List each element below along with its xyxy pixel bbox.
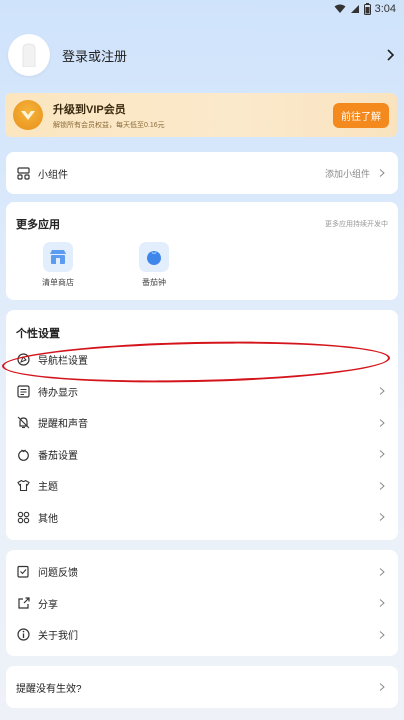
store-icon bbox=[43, 242, 73, 272]
support-row-share[interactable]: 分享 bbox=[6, 588, 398, 620]
login-register-label[interactable]: 登录或注册 bbox=[62, 46, 384, 65]
chevron-right-icon bbox=[379, 387, 385, 396]
feedback-icon bbox=[16, 565, 30, 579]
support-row-label: 分享 bbox=[38, 599, 58, 611]
status-bar: 3:04 bbox=[0, 0, 404, 18]
chevron-right-icon bbox=[379, 169, 385, 177]
profile-row[interactable]: 登录或注册 bbox=[8, 32, 396, 78]
info-icon bbox=[16, 628, 30, 642]
settings-row-label: 其他 bbox=[38, 513, 58, 525]
widget-icon bbox=[16, 166, 30, 180]
reminder-help-card: 提醒没有生效? bbox=[6, 666, 398, 708]
app-label: 番茄钟 bbox=[142, 278, 166, 287]
settings-row-tomato[interactable]: 番茄设置 bbox=[6, 439, 398, 471]
bell-icon bbox=[16, 416, 30, 430]
avatar[interactable] bbox=[8, 34, 50, 76]
support-card: 问题反馈 分享 关于我们 bbox=[6, 550, 398, 656]
widgets-card: 小组件 添加小组件 bbox=[6, 152, 398, 194]
settings-row-label: 导航栏设置 bbox=[38, 356, 88, 368]
chevron-right-icon bbox=[379, 567, 385, 576]
signal-icon bbox=[350, 5, 359, 13]
widgets-row[interactable]: 小组件 添加小组件 bbox=[6, 152, 398, 194]
app-tomato-tile[interactable]: 番茄钟 bbox=[124, 242, 184, 288]
chevron-right-icon bbox=[379, 481, 385, 490]
battery-icon bbox=[363, 3, 371, 15]
add-widget-link[interactable]: 添加小组件 bbox=[325, 167, 370, 180]
list-icon bbox=[16, 384, 30, 398]
share-icon bbox=[16, 596, 30, 610]
tomato-icon bbox=[139, 242, 169, 272]
chevron-right-icon bbox=[379, 599, 385, 608]
chevron-right-icon bbox=[379, 450, 385, 459]
wifi-icon bbox=[334, 4, 346, 13]
settings-row-label: 待办显示 bbox=[38, 387, 78, 399]
vip-subtitle: 解锁所有会员权益，每天低至0.16元 bbox=[53, 121, 165, 129]
tomato-icon bbox=[16, 447, 30, 461]
app-store-tile[interactable]: 清单商店 bbox=[28, 242, 88, 288]
more-apps-title: 更多应用 bbox=[16, 219, 60, 231]
support-row-feedback[interactable]: 问题反馈 bbox=[6, 556, 398, 588]
vip-banner[interactable]: 升级到VIP会员 解锁所有会员权益，每天低至0.16元 前往了解 bbox=[5, 93, 397, 137]
support-row-label: 问题反馈 bbox=[38, 568, 78, 580]
app-label: 清单商店 bbox=[42, 278, 74, 287]
widgets-label: 小组件 bbox=[38, 169, 68, 181]
support-row-label: 关于我们 bbox=[38, 631, 78, 643]
status-time: 3:04 bbox=[374, 3, 396, 15]
settings-row-label: 主题 bbox=[38, 482, 58, 494]
shirt-icon bbox=[16, 479, 30, 493]
settings-row-other[interactable]: 其他 bbox=[6, 502, 398, 534]
vip-title: 升级到VIP会员 bbox=[53, 103, 126, 116]
chevron-right-icon bbox=[379, 513, 385, 522]
settings-row-todo-display[interactable]: 待办显示 bbox=[6, 376, 398, 408]
settings-row-theme[interactable]: 主题 bbox=[6, 470, 398, 502]
settings-row-navbar[interactable]: 导航栏设置 bbox=[6, 344, 398, 376]
avatar-placeholder-icon bbox=[22, 43, 36, 67]
chevron-right-icon[interactable] bbox=[384, 49, 396, 61]
personal-settings-title: 个性设置 bbox=[16, 328, 60, 340]
chevron-right-icon bbox=[379, 683, 385, 691]
more-apps-note: 更多应用持续开发中 bbox=[325, 221, 388, 228]
chevron-right-icon bbox=[379, 630, 385, 639]
settings-row-label: 番茄设置 bbox=[38, 450, 78, 462]
navbar-icon bbox=[16, 353, 30, 367]
settings-row-label: 提醒和声音 bbox=[38, 419, 88, 431]
vip-badge-icon bbox=[13, 100, 43, 130]
vip-learn-more-button[interactable]: 前往了解 bbox=[333, 102, 389, 128]
settings-row-reminder-sound[interactable]: 提醒和声音 bbox=[6, 407, 398, 439]
grid-icon bbox=[16, 510, 30, 524]
more-apps-card: 更多应用 更多应用持续开发中 清单商店 番茄钟 bbox=[6, 202, 398, 300]
support-row-about[interactable]: 关于我们 bbox=[6, 619, 398, 651]
chevron-right-icon bbox=[379, 418, 385, 427]
reminder-help-label: 提醒没有生效? bbox=[16, 683, 82, 695]
personal-settings-card: 个性设置 导航栏设置 待办显示 提醒和声音 番茄设置 主题 其他 bbox=[6, 310, 398, 540]
reminder-help-row[interactable]: 提醒没有生效? bbox=[6, 666, 398, 708]
